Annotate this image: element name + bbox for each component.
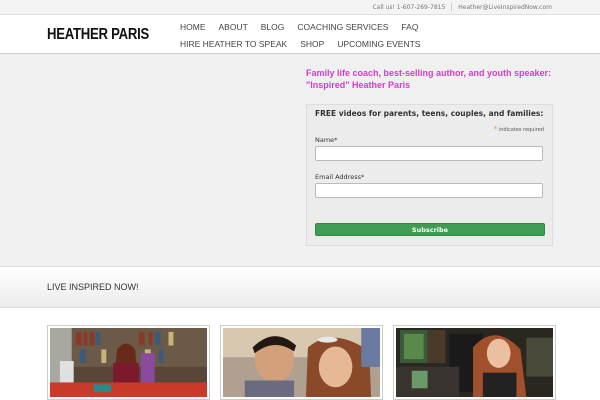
email-link[interactable]: Heather@LiveInspiredNow.com	[458, 4, 552, 11]
nav-item-coaching-services[interactable]: COACHING SERVICES	[297, 19, 388, 35]
required-note-text: indicates required	[498, 127, 544, 133]
nav-item-shop[interactable]: SHOP	[300, 36, 324, 52]
site-logo[interactable]: HEATHER PARIS	[47, 26, 149, 44]
bookstore-photo	[396, 328, 553, 397]
signup-form: FREE videos for parents, teens, couples,…	[306, 104, 553, 246]
top-bar: Call us! 1-607-269-7815 Heather@LiveInsp…	[0, 0, 600, 15]
nav-item-blog[interactable]: BLOG	[261, 19, 285, 35]
nav-item-faq[interactable]: FAQ	[401, 19, 418, 35]
photo-card[interactable]	[220, 325, 383, 400]
hero-tagline: Family life coach, best-selling author, …	[306, 68, 552, 90]
section-title: LIVE INSPIRED NOW!	[47, 282, 139, 292]
name-field[interactable]	[315, 146, 543, 161]
photo-card[interactable]	[47, 325, 210, 400]
selfie-photo	[223, 328, 380, 397]
site-header: HEATHER PARIS HOME ABOUT BLOG COACHING SERV…	[0, 15, 600, 54]
nav-item-upcoming-events[interactable]: UPCOMING EVENTS	[337, 36, 420, 52]
nav-item-about[interactable]: ABOUT	[219, 19, 248, 35]
form-title: FREE videos for parents, teens, couples,…	[315, 109, 544, 118]
subscribe-button[interactable]: Subscribe	[315, 223, 545, 236]
email-label: Email Address*	[315, 173, 365, 181]
required-note: * indicates required	[494, 125, 544, 133]
email-field[interactable]	[315, 183, 543, 198]
contact-info: Call us! 1-607-269-7815 Heather@LiveInsp…	[372, 3, 552, 11]
library-photo	[50, 328, 207, 397]
asterisk-icon: *	[493, 125, 498, 133]
name-label: Name*	[315, 136, 338, 144]
divider	[451, 3, 453, 11]
phone-text: Call us! 1-607-269-7815	[372, 3, 446, 11]
nav-item-home[interactable]: HOME	[180, 19, 206, 35]
nav-item-hire-heather[interactable]: HIRE HEATHER TO SPEAK	[180, 36, 287, 52]
main-nav: HOME ABOUT BLOG COACHING SERVICES FAQ HIRE HE…	[180, 19, 500, 53]
hero-section: Family life coach, best-selling author, …	[0, 54, 600, 267]
section-band: LIVE INSPIRED NOW!	[0, 267, 600, 308]
photo-card[interactable]	[393, 325, 556, 400]
